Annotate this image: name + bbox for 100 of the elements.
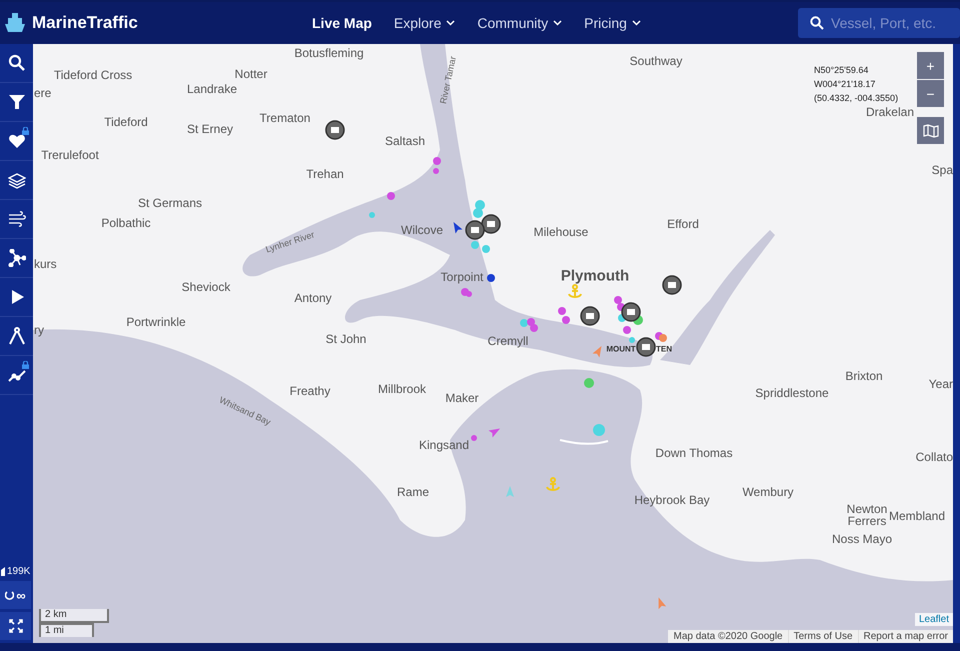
place-label: Tideford Cross [54,68,132,82]
vessel-marker[interactable] [433,157,441,165]
place-label: Heybrook Bay [634,493,710,507]
vessel-marker[interactable] [659,334,667,342]
place-label: Brixton [845,369,883,383]
place-label: Wilcove [401,223,443,237]
place-label: Wembury [742,485,794,499]
place-label: Efford [667,217,699,231]
water-label: River Tamar [438,55,458,105]
logo-text[interactable]: MarineTraffic [32,13,138,33]
place-label: MOUNT [606,344,636,354]
scale-bar: 1 mi [39,623,94,637]
port-icon[interactable] [465,220,485,240]
nav-link[interactable]: Explore [394,15,456,31]
vessel-marker[interactable] [530,324,538,332]
vessel-icon[interactable] [488,428,500,438]
vessel-marker[interactable] [466,291,472,297]
port-icon[interactable] [621,302,641,322]
vessel-marker[interactable] [593,424,605,436]
place-label: Newton Ferrers [846,503,888,527]
place-label: St Germans [138,196,202,210]
vessel-marker[interactable] [614,296,622,304]
search-icon [8,54,26,72]
place-label: Trematon [260,111,310,125]
map-icon [922,124,938,138]
vessel-marker[interactable] [471,241,479,249]
zoom-in-button[interactable]: + [917,52,944,79]
coordinate-text: W004°21'18.17 [814,78,876,91]
port-icon[interactable] [580,306,600,326]
refresh-button[interactable]: ∞ [0,581,31,609]
nav-link[interactable]: Pricing [584,15,641,31]
attribution-link[interactable]: Terms of Use [788,630,858,643]
place-label: Notter [234,67,268,81]
place-label: Southway [630,54,682,68]
place-label: Cremyll [488,334,528,348]
vessel-marker[interactable] [433,168,439,174]
place-label: Year [928,377,953,391]
leaflet-link[interactable]: Leaflet [914,613,953,626]
vessel-marker[interactable] [558,307,566,315]
place-label: Trerulefoot [41,148,99,162]
map-type-button[interactable] [917,117,944,144]
vessel-marker[interactable] [482,245,490,253]
vessel-marker[interactable] [562,316,570,324]
vessel-marker[interactable] [584,378,594,388]
vessel-marker[interactable] [487,274,495,282]
place-label: Portwrinkle [126,315,186,329]
port-icon[interactable] [662,275,682,295]
vessel-marker[interactable] [629,337,635,343]
vessel-icon[interactable] [454,222,462,234]
vessel-marker[interactable] [369,212,375,218]
place-label: Sheviock [182,280,230,294]
place-label: St Erney [186,122,234,136]
chevron-icon [446,20,456,26]
place-label: Spriddlestone [755,386,829,400]
port-icon[interactable] [325,120,345,140]
wind-icon [8,210,26,228]
place-label: Freathy [290,384,330,398]
coordinate-text: N50°25'59.64 [814,64,870,77]
place-label: St John [326,332,366,346]
heart-icon [8,132,26,150]
filter-icon [8,93,26,111]
vessel-marker[interactable] [623,326,631,334]
attribution-link[interactable]: Report a map error [858,630,953,643]
vessel-count: 199K [7,566,30,576]
nodes-icon [8,249,26,267]
fullscreen-button[interactable] [0,612,31,640]
place-label: Milehouse [534,225,588,239]
vessel-marker[interactable] [520,319,528,327]
place-label: Rame [397,485,429,499]
port-icon[interactable] [636,337,656,357]
place-label: Polbathic [101,216,151,230]
vessel-marker[interactable] [473,208,483,218]
attribution-link[interactable]: Map data ©2020 Google [668,630,788,643]
place-label: Spa [932,163,953,177]
water-label: Lynher River [264,229,316,255]
coordinate-text: (50.4332, -004.3550) [814,92,898,105]
place-label: Antony [294,291,332,305]
fullscreen-icon [8,619,22,633]
place-label: Kingsand [418,438,470,452]
nav-link[interactable]: Community [477,15,562,31]
ship-icon [1,566,5,576]
place-label: Maker [445,391,479,405]
nav-link[interactable]: Live Map [312,15,372,31]
place-label: Drakelan [866,105,914,119]
place-label: Membland [888,509,946,523]
vessel-marker[interactable] [475,200,485,210]
place-label: Millbrook [378,382,426,396]
search-field[interactable]: Vessel, Port, etc. [798,8,960,38]
scale-bar: 2 km [39,609,109,623]
place-label: Landrake [186,82,238,96]
refresh-icon [5,590,14,600]
place-label: Down Thomas [655,446,733,460]
vessel-marker[interactable] [527,318,535,326]
place-label: Noss Mayo [832,532,892,546]
vessel-marker[interactable] [387,192,395,200]
zoom-out-button[interactable]: − [917,80,944,107]
place-label: Trehan [306,167,344,181]
vessel-marker[interactable] [471,435,477,441]
place-label: ere [34,86,52,100]
place-label: Torpoint [440,270,484,284]
